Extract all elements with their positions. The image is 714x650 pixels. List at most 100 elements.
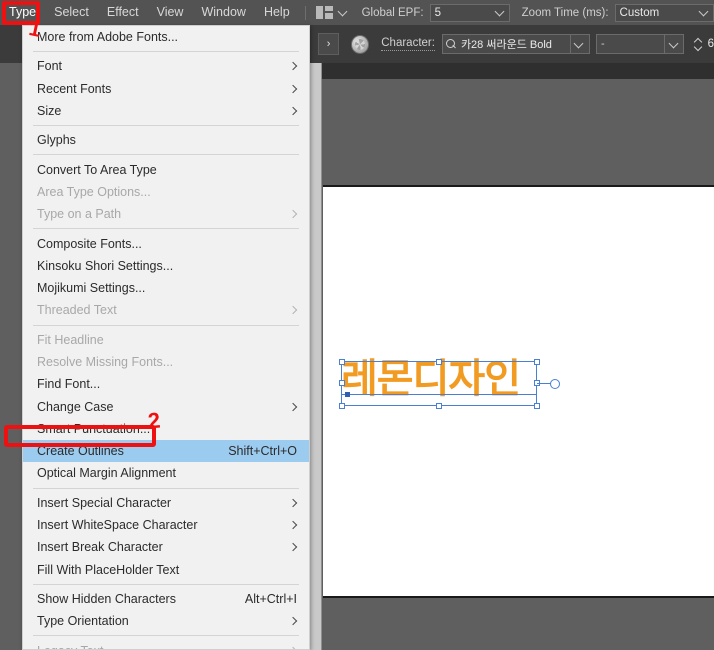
- chevron-right-icon: [289, 62, 297, 70]
- menu-separator: [33, 324, 299, 326]
- font-family-dropdown-button[interactable]: [570, 34, 591, 54]
- chevron-down-icon[interactable]: [339, 8, 348, 17]
- zoom-time-select[interactable]: Custom: [614, 3, 714, 22]
- menu-item-label: Change Case: [37, 399, 114, 414]
- handle-top-left[interactable]: [338, 358, 345, 365]
- canvas-area[interactable]: 레몬디자인: [310, 63, 714, 650]
- menu-item-label: Insert Break Character: [37, 540, 163, 555]
- document-tab-strip: [310, 63, 714, 79]
- font-family-input[interactable]: 카28 써라운드 Bold: [441, 34, 571, 54]
- vertical-ruler: [310, 63, 322, 650]
- menu-item-composite-fonts[interactable]: Composite Fonts...: [23, 232, 309, 254]
- menu-separator: [33, 635, 299, 637]
- chevron-right-icon: [289, 85, 297, 93]
- menu-item-kinsoku-shori-settings[interactable]: Kinsoku Shori Settings...: [23, 255, 309, 277]
- chevron-right-icon: [289, 499, 297, 507]
- chevron-right-icon: [289, 306, 297, 314]
- chevron-right-icon: [289, 107, 297, 115]
- menu-item-label: Composite Fonts...: [37, 236, 142, 251]
- menu-item-area-type-options: Area Type Options...: [23, 181, 309, 203]
- menu-item-label: Fit Headline: [37, 332, 104, 347]
- menubar-item-view[interactable]: View: [148, 0, 193, 25]
- menu-item-label: Area Type Options...: [37, 184, 151, 199]
- text-out-port-icon[interactable]: [550, 378, 560, 389]
- menu-item-shortcut: Shift+Ctrl+O: [228, 444, 297, 459]
- menubar-item-type[interactable]: Type: [0, 0, 45, 25]
- handle-middle-left[interactable]: [338, 380, 345, 386]
- font-style-input[interactable]: -: [596, 34, 666, 54]
- chevron-right-icon: [289, 647, 297, 649]
- menubar-item-window[interactable]: Window: [192, 0, 254, 25]
- chevron-right-icon: [289, 521, 297, 529]
- chevron-right-icon: [289, 403, 297, 411]
- menu-separator: [33, 228, 299, 230]
- menu-item-label: Insert WhiteSpace Character: [37, 518, 198, 533]
- menu-item-label: Recent Fonts: [37, 81, 112, 96]
- menu-item-font[interactable]: Font: [23, 55, 309, 77]
- menu-item-show-hidden-characters[interactable]: Show Hidden Characters Alt+Ctrl+I: [23, 588, 309, 610]
- character-label: Character:: [381, 37, 435, 51]
- menu-item-insert-special-character[interactable]: Insert Special Character: [23, 492, 309, 514]
- chevron-down-icon: [670, 40, 679, 49]
- menu-item-type-orientation[interactable]: Type Orientation: [23, 610, 309, 632]
- menu-item-create-outlines[interactable]: Create Outlines Shift+Ctrl+O: [23, 440, 309, 463]
- menu-item-change-case[interactable]: Change Case: [23, 395, 309, 417]
- handle-bottom-center[interactable]: [435, 402, 442, 409]
- global-epf-select[interactable]: 5: [429, 3, 510, 22]
- search-icon: [445, 38, 457, 50]
- artboard[interactable]: 레몬디자인: [323, 185, 714, 598]
- global-epf-label: Global EPF:: [361, 6, 424, 19]
- menu-separator: [33, 125, 299, 127]
- menu-item-label: Find Font...: [37, 377, 101, 392]
- handle-top-right[interactable]: [533, 358, 540, 365]
- menu-item-fit-headline: Fit Headline: [23, 329, 309, 351]
- chevron-down-icon[interactable]: [496, 8, 505, 17]
- font-size-stepper[interactable]: [692, 34, 704, 54]
- menu-item-label: Fill With PlaceHolder Text: [37, 562, 180, 577]
- handle-bottom-left[interactable]: [338, 402, 345, 409]
- menu-item-label: Mojikumi Settings...: [37, 281, 146, 296]
- menu-item-label: Legacy Text: [37, 644, 281, 649]
- menu-item-glyphs[interactable]: Glyphs: [23, 129, 309, 151]
- menu-item-threaded-text: Threaded Text: [23, 299, 309, 321]
- menu-item-size[interactable]: Size: [23, 100, 309, 122]
- menubar-item-help[interactable]: Help: [255, 0, 299, 25]
- menu-item-mojikumi-settings[interactable]: Mojikumi Settings...: [23, 277, 309, 299]
- menu-item-convert-to-area-type[interactable]: Convert To Area Type: [23, 158, 309, 180]
- menubar-item-effect[interactable]: Effect: [98, 0, 148, 25]
- menu-item-more-from-adobe-fonts[interactable]: More from Adobe Fonts...: [23, 26, 309, 48]
- menu-item-insert-whitespace-character[interactable]: Insert WhiteSpace Character: [23, 514, 309, 536]
- font-style-dropdown-button[interactable]: [665, 34, 685, 54]
- menu-item-insert-break-character[interactable]: Insert Break Character: [23, 536, 309, 558]
- menu-item-resolve-missing-fonts: Resolve Missing Fonts...: [23, 351, 309, 373]
- menu-item-label: Resolve Missing Fonts...: [37, 355, 174, 369]
- global-epf-value: 5: [434, 6, 441, 19]
- menu-item-optical-margin-alignment[interactable]: Optical Margin Alignment: [23, 462, 309, 484]
- type-menu-dropdown[interactable]: More from Adobe Fonts... Font Recent Fon…: [22, 25, 310, 650]
- menu-item-find-font[interactable]: Find Font...: [23, 373, 309, 395]
- text-anchor-point[interactable]: [345, 391, 350, 397]
- menu-separator: [33, 487, 299, 489]
- menu-item-fill-with-placeholder-text[interactable]: Fill With PlaceHolder Text: [23, 559, 309, 581]
- workspace-layout-icon[interactable]: [315, 6, 333, 19]
- selection-bounding-box[interactable]: [338, 358, 540, 409]
- menu-item-label: Type Orientation: [37, 614, 129, 629]
- chevron-down-icon[interactable]: [700, 8, 709, 17]
- menu-item-legacy-text: Legacy Text: [23, 639, 309, 649]
- chevron-right-icon: [289, 543, 297, 551]
- chevron-right-icon: [289, 617, 297, 625]
- menubar-item-select[interactable]: Select: [45, 0, 98, 25]
- menu-item-label: Glyphs: [37, 133, 76, 148]
- font-size-value[interactable]: 6: [708, 38, 714, 50]
- menu-item-recent-fonts[interactable]: Recent Fonts: [23, 78, 309, 100]
- expand-panel-button[interactable]: ›: [318, 33, 340, 55]
- stepper-down-icon[interactable]: [695, 45, 702, 50]
- menu-item-label: Create Outlines: [37, 444, 124, 459]
- menubar-divider: [304, 5, 306, 20]
- gradient-swatch-icon[interactable]: [351, 34, 370, 54]
- handle-bottom-right[interactable]: [533, 402, 540, 409]
- menu-item-smart-punctuation[interactable]: Smart Punctuation...: [23, 418, 309, 440]
- handle-top-center[interactable]: [435, 358, 442, 365]
- chevron-down-icon: [575, 40, 584, 49]
- zoom-time-label: Zoom Time (ms):: [521, 6, 609, 19]
